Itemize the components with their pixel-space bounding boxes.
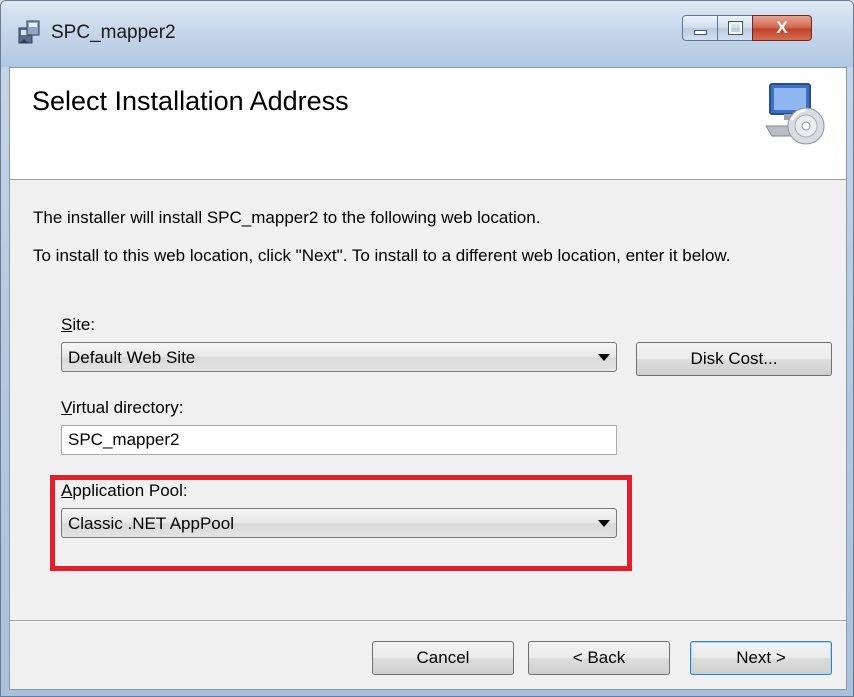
page-title: Select Installation Address — [32, 86, 349, 116]
virtual-directory-input[interactable] — [62, 426, 616, 454]
computer-with-disc-icon — [765, 83, 825, 145]
dialog-body: Select Installation Address The installe… — [9, 67, 847, 690]
disk-cost-button[interactable]: Disk Cost... — [636, 342, 832, 376]
title-bar[interactable]: SPC_mapper2 X — [1, 1, 853, 67]
virtual-directory-label-accesskey: V — [61, 398, 73, 417]
installer-app-icon — [18, 20, 40, 44]
virtual-directory-label-text: irtual directory: — [72, 398, 184, 417]
installer-window: SPC_mapper2 X Select Installation Addres… — [0, 0, 854, 697]
chevron-down-icon — [598, 354, 610, 361]
site-dropdown[interactable]: Default Web Site — [61, 342, 617, 372]
minimize-icon — [694, 30, 707, 35]
back-button[interactable]: < Back — [528, 641, 670, 675]
maximize-button[interactable] — [717, 15, 753, 41]
footer-separator — [10, 620, 846, 622]
site-label: Site: — [61, 315, 95, 335]
site-label-text: ite: — [72, 315, 96, 334]
site-selected-value: Default Web Site — [68, 348, 196, 367]
close-icon: X — [776, 18, 788, 37]
minimize-button[interactable] — [682, 15, 718, 41]
maximize-icon — [728, 21, 743, 35]
close-button[interactable]: X — [752, 15, 812, 41]
red-highlight-box — [50, 475, 632, 571]
site-label-accesskey: S — [61, 315, 73, 334]
cancel-button[interactable]: Cancel — [372, 641, 514, 675]
install-instruction-text: To install to this web location, click "… — [33, 246, 731, 265]
virtual-directory-field[interactable] — [61, 425, 617, 455]
header-banner: Select Installation Address — [10, 68, 846, 180]
install-info-text: The installer will install SPC_mapper2 t… — [33, 208, 541, 227]
virtual-directory-label: Virtual directory: — [61, 398, 184, 418]
next-button[interactable]: Next > — [690, 641, 832, 675]
window-title: SPC_mapper2 — [51, 22, 176, 43]
